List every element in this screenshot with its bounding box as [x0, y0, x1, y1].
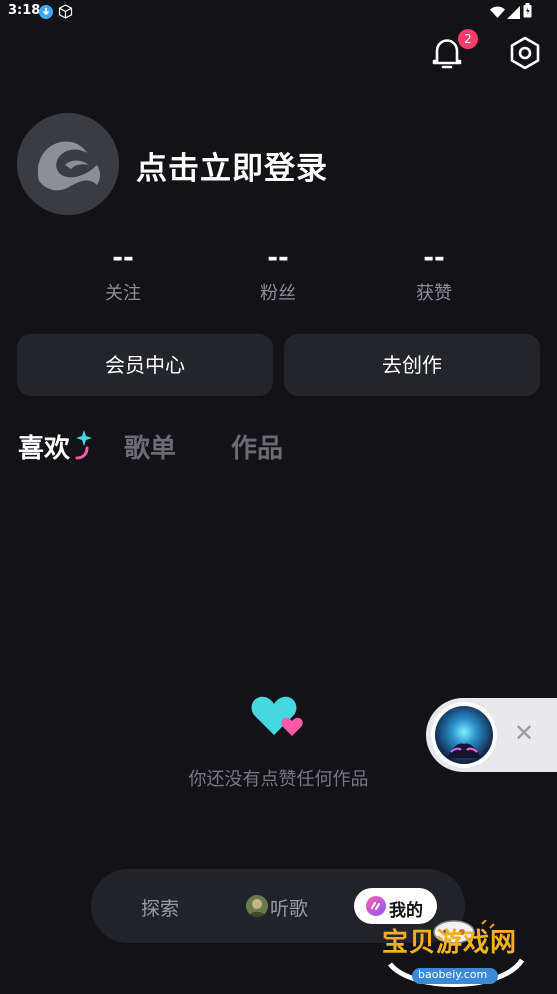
- settings-hexagon-icon: [510, 36, 540, 70]
- stat-label: 关注: [105, 283, 141, 304]
- tab-playlists[interactable]: 歌单: [124, 428, 176, 465]
- tab-likes[interactable]: 喜欢: [18, 428, 70, 465]
- close-icon[interactable]: ✕: [514, 721, 534, 745]
- stat-followers[interactable]: -- 粉丝: [228, 243, 328, 305]
- nav-listen[interactable]: 听歌: [270, 894, 308, 921]
- signal-icon: [507, 4, 521, 19]
- watermark: 宝贝游戏网 baobeiy.com: [382, 919, 542, 990]
- stat-following[interactable]: -- 关注: [73, 243, 173, 305]
- stat-label: 获赞: [416, 283, 452, 304]
- stat-value: --: [267, 243, 289, 273]
- nav-mine-label: 我的: [389, 901, 423, 921]
- wifi-icon: [490, 4, 505, 18]
- notification-badge: 2: [458, 29, 478, 49]
- sparkle-icon: [73, 430, 93, 462]
- stat-value: --: [423, 243, 445, 273]
- mine-logo-icon: [366, 896, 386, 916]
- listen-avatar-icon: [246, 895, 268, 917]
- settings-button[interactable]: [506, 34, 544, 72]
- nav-explore[interactable]: 探索: [141, 894, 179, 921]
- mini-player-cover[interactable]: [431, 702, 497, 768]
- default-avatar-logo-icon: [37, 141, 100, 191]
- battery-icon: [523, 3, 537, 18]
- watermark-title: 宝贝游戏网: [382, 928, 518, 958]
- status-time: 3:18: [8, 3, 41, 18]
- nav-mine[interactable]: 我的: [354, 888, 437, 924]
- cube-icon: [58, 4, 73, 19]
- status-bar: 3:18: [0, 0, 557, 24]
- hearts-icon: [250, 693, 306, 739]
- tab-works[interactable]: 作品: [231, 428, 283, 465]
- vip-center-button[interactable]: 会员中心: [17, 334, 273, 396]
- create-button[interactable]: 去创作: [284, 334, 540, 396]
- stat-label: 粉丝: [260, 283, 296, 304]
- watermark-url: baobeiy.com: [418, 968, 488, 981]
- download-notification-icon: [39, 4, 53, 19]
- stat-value: --: [112, 243, 134, 273]
- login-prompt[interactable]: 点击立即登录: [136, 143, 328, 188]
- stat-likes[interactable]: -- 获赞: [384, 243, 484, 305]
- avatar[interactable]: [17, 113, 119, 215]
